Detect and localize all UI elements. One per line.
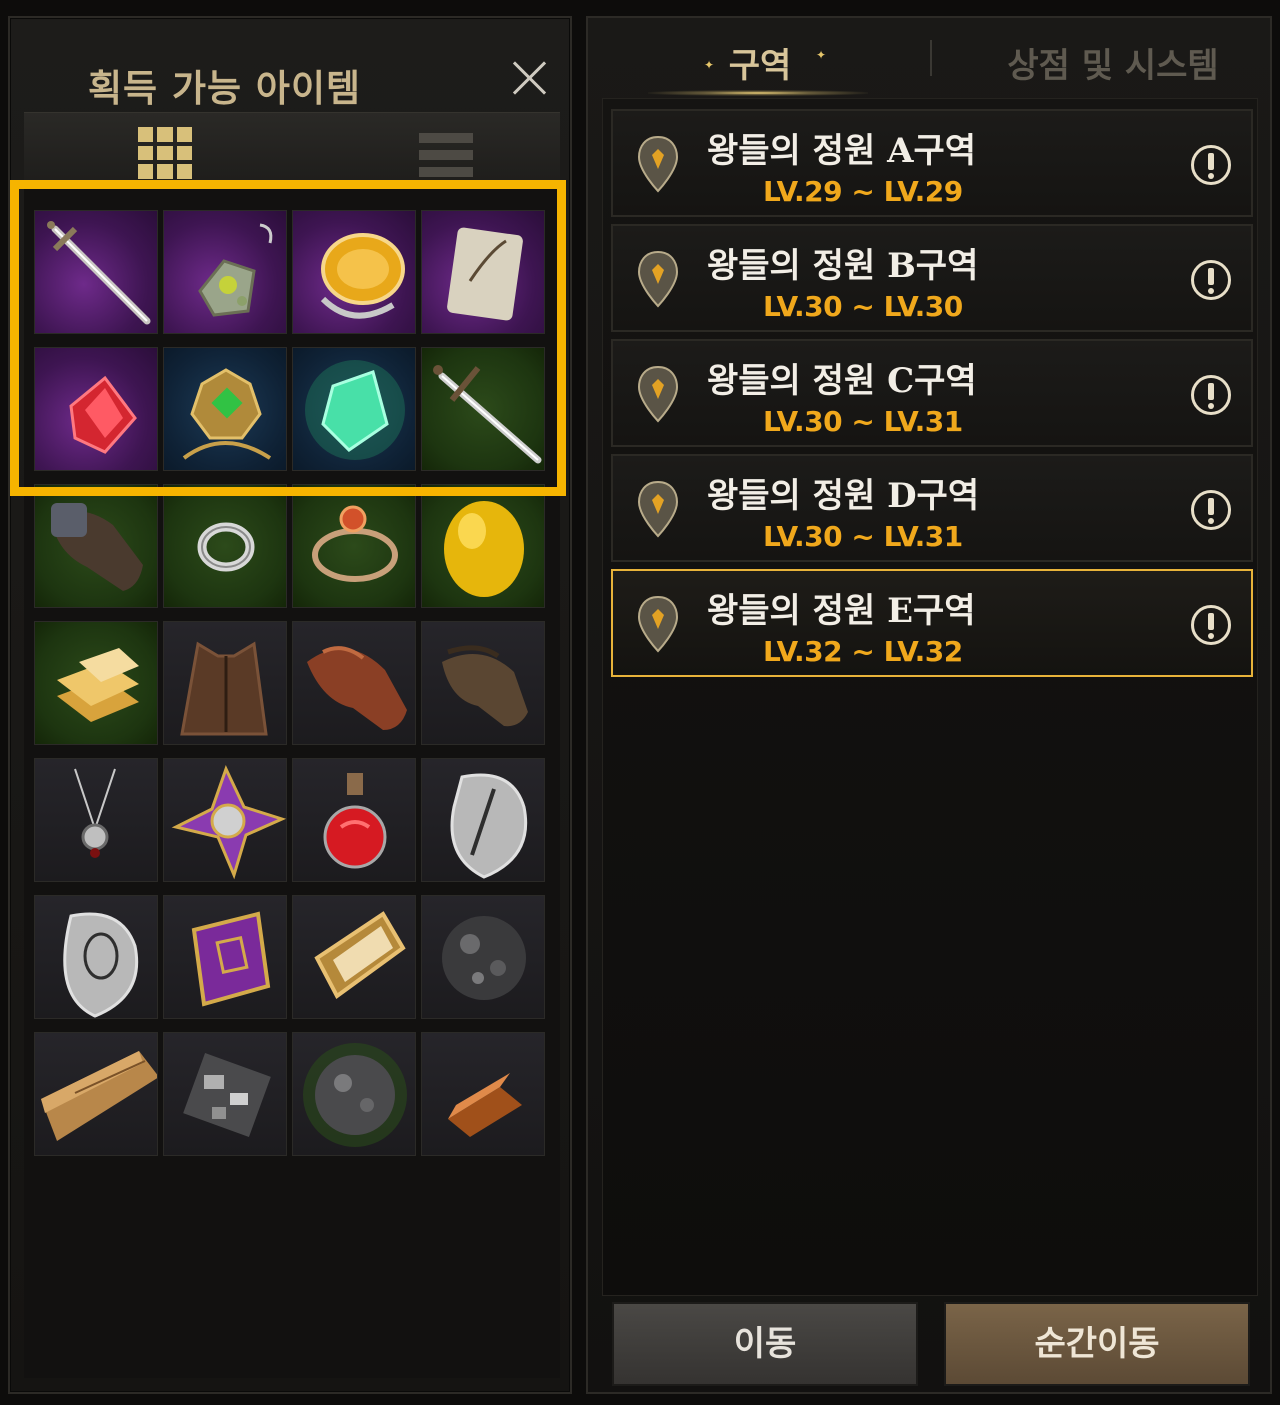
sword-scroll-icon — [447, 227, 523, 321]
item-slot[interactable] — [34, 758, 158, 882]
item-slot[interactable] — [421, 210, 545, 334]
item-slot[interactable] — [163, 1032, 287, 1156]
active-tab-glow — [648, 90, 868, 96]
item-slot[interactable] — [34, 621, 158, 745]
zone-item[interactable]: 왕들의 정원 D구역 LV.30 ~ LV.31 — [611, 454, 1253, 562]
item-slot[interactable] — [421, 621, 545, 745]
dark-ore-icon — [303, 1043, 407, 1147]
item-slot[interactable] — [421, 895, 545, 1019]
wood-planks-icon — [41, 1051, 157, 1141]
red-potion-icon — [323, 773, 387, 869]
purple-emblem-icon — [171, 765, 286, 880]
item-slot[interactable] — [292, 347, 416, 471]
view-mode-bar — [24, 112, 560, 186]
exclamation-info-icon[interactable] — [1191, 145, 1231, 185]
zone-level: LV.32 ~ LV.32 — [763, 635, 963, 668]
item-grid — [34, 210, 550, 1156]
jeweled-earring-icon — [198, 223, 273, 317]
item-slot[interactable] — [292, 1032, 416, 1156]
location-pin-icon — [637, 480, 679, 538]
zone-item[interactable]: 왕들의 정원 A구역 LV.29 ~ LV.29 — [611, 109, 1253, 217]
exclamation-info-icon[interactable] — [1191, 260, 1231, 300]
item-slot[interactable] — [163, 895, 287, 1019]
zone-item[interactable]: 왕들의 정원 E구역 LV.32 ~ LV.32 — [611, 569, 1253, 677]
emerald-amulet-icon — [182, 368, 272, 460]
pendant-necklace-icon — [74, 768, 116, 858]
exclamation-info-icon[interactable] — [1191, 490, 1231, 530]
zone-level: LV.29 ~ LV.29 — [763, 175, 963, 208]
item-slot[interactable] — [292, 210, 416, 334]
item-slot[interactable] — [163, 758, 287, 882]
tab-divider — [930, 40, 932, 76]
exclamation-info-icon[interactable] — [1191, 605, 1231, 645]
black-ore-icon — [442, 916, 526, 1000]
metal-scraps-icon — [183, 1052, 271, 1138]
location-pin-icon — [637, 365, 679, 423]
zone-list: 왕들의 정원 A구역 LV.29 ~ LV.29 왕들의 정원 B구역 LV.30 ~… — [602, 98, 1258, 1296]
panel-title: 획득 가능 아이템 — [88, 67, 362, 110]
item-slot[interactable] — [421, 347, 545, 471]
silver-ring-icon — [197, 522, 255, 572]
gold-bars-icon — [57, 648, 139, 722]
exclamation-info-icon[interactable] — [1191, 375, 1231, 415]
amber-ring-icon — [320, 233, 405, 319]
item-slot[interactable] — [292, 758, 416, 882]
grid-view-icon[interactable] — [138, 127, 192, 179]
item-slot[interactable] — [163, 210, 287, 334]
leather-gauntlets-icon — [51, 503, 143, 591]
zone-item[interactable]: 왕들의 정원 B구역 LV.30 ~ LV.30 — [611, 224, 1253, 332]
item-slot[interactable] — [163, 484, 287, 608]
zone-level: LV.30 ~ LV.30 — [763, 290, 963, 323]
location-pin-icon — [637, 595, 679, 653]
ruby-ring-icon — [312, 505, 398, 582]
gold-scroll-icon — [314, 911, 406, 999]
item-slot[interactable] — [163, 347, 287, 471]
item-slot[interactable] — [34, 895, 158, 1019]
zone-item[interactable]: 왕들의 정원 C구역 LV.30 ~ LV.31 — [611, 339, 1253, 447]
location-pin-icon — [637, 135, 679, 193]
item-slot[interactable] — [292, 484, 416, 608]
item-slot[interactable] — [34, 347, 158, 471]
sword-icon — [433, 365, 542, 464]
fingerless-gloves-icon — [442, 645, 528, 727]
item-slot[interactable] — [292, 621, 416, 745]
item-slot[interactable] — [421, 484, 545, 608]
item-slot[interactable] — [421, 758, 545, 882]
zone-panel: 구역 상점 및 시스템 ✦ ✦ 왕들의 정원 A구역 LV.29 ~ LV.29 왕… — [586, 16, 1272, 1394]
purple-book-icon — [191, 911, 271, 1007]
zone-name: 왕들의 정원 C구역 — [707, 361, 977, 401]
item-slot[interactable] — [34, 484, 158, 608]
item-slot[interactable] — [292, 895, 416, 1019]
item-slot[interactable] — [421, 1032, 545, 1156]
zone-name: 왕들의 정원 A구역 — [707, 131, 977, 171]
list-view-icon[interactable] — [419, 133, 473, 177]
location-pin-icon — [637, 250, 679, 308]
sparkle-icon: ✦ — [816, 48, 827, 62]
items-area — [24, 186, 560, 1378]
longsword-icon — [47, 221, 151, 325]
sparkle-icon: ✦ — [704, 58, 715, 72]
copper-ingot-icon — [448, 1073, 522, 1137]
obtainable-items-panel: 획득 가능 아이템 — [8, 16, 572, 1394]
zone-level: LV.30 ~ LV.31 — [763, 405, 963, 438]
leather-vest-icon — [180, 641, 268, 736]
move-button[interactable]: 이동 — [612, 1302, 918, 1386]
leather-gloves-icon — [307, 646, 407, 730]
green-crystal-icon — [305, 360, 405, 460]
zone-name: 왕들의 정원 B구역 — [707, 246, 979, 286]
teleport-button[interactable]: 순간이동 — [944, 1302, 1250, 1386]
zone-name: 왕들의 정원 E구역 — [707, 591, 976, 631]
golden-egg-icon — [444, 501, 524, 597]
item-slot[interactable] — [34, 210, 158, 334]
close-icon[interactable] — [508, 56, 552, 100]
tab-shop-system[interactable]: 상점 및 시스템 — [978, 38, 1248, 100]
item-slot[interactable] — [34, 1032, 158, 1156]
zone-level: LV.30 ~ LV.31 — [763, 520, 963, 553]
zone-name: 왕들의 정원 D구역 — [707, 476, 980, 516]
item-slot[interactable] — [163, 621, 287, 745]
silver-sword-stone-icon — [450, 773, 528, 879]
red-crystal-icon — [69, 375, 137, 454]
silver-necklace-stone-icon — [63, 912, 139, 1018]
